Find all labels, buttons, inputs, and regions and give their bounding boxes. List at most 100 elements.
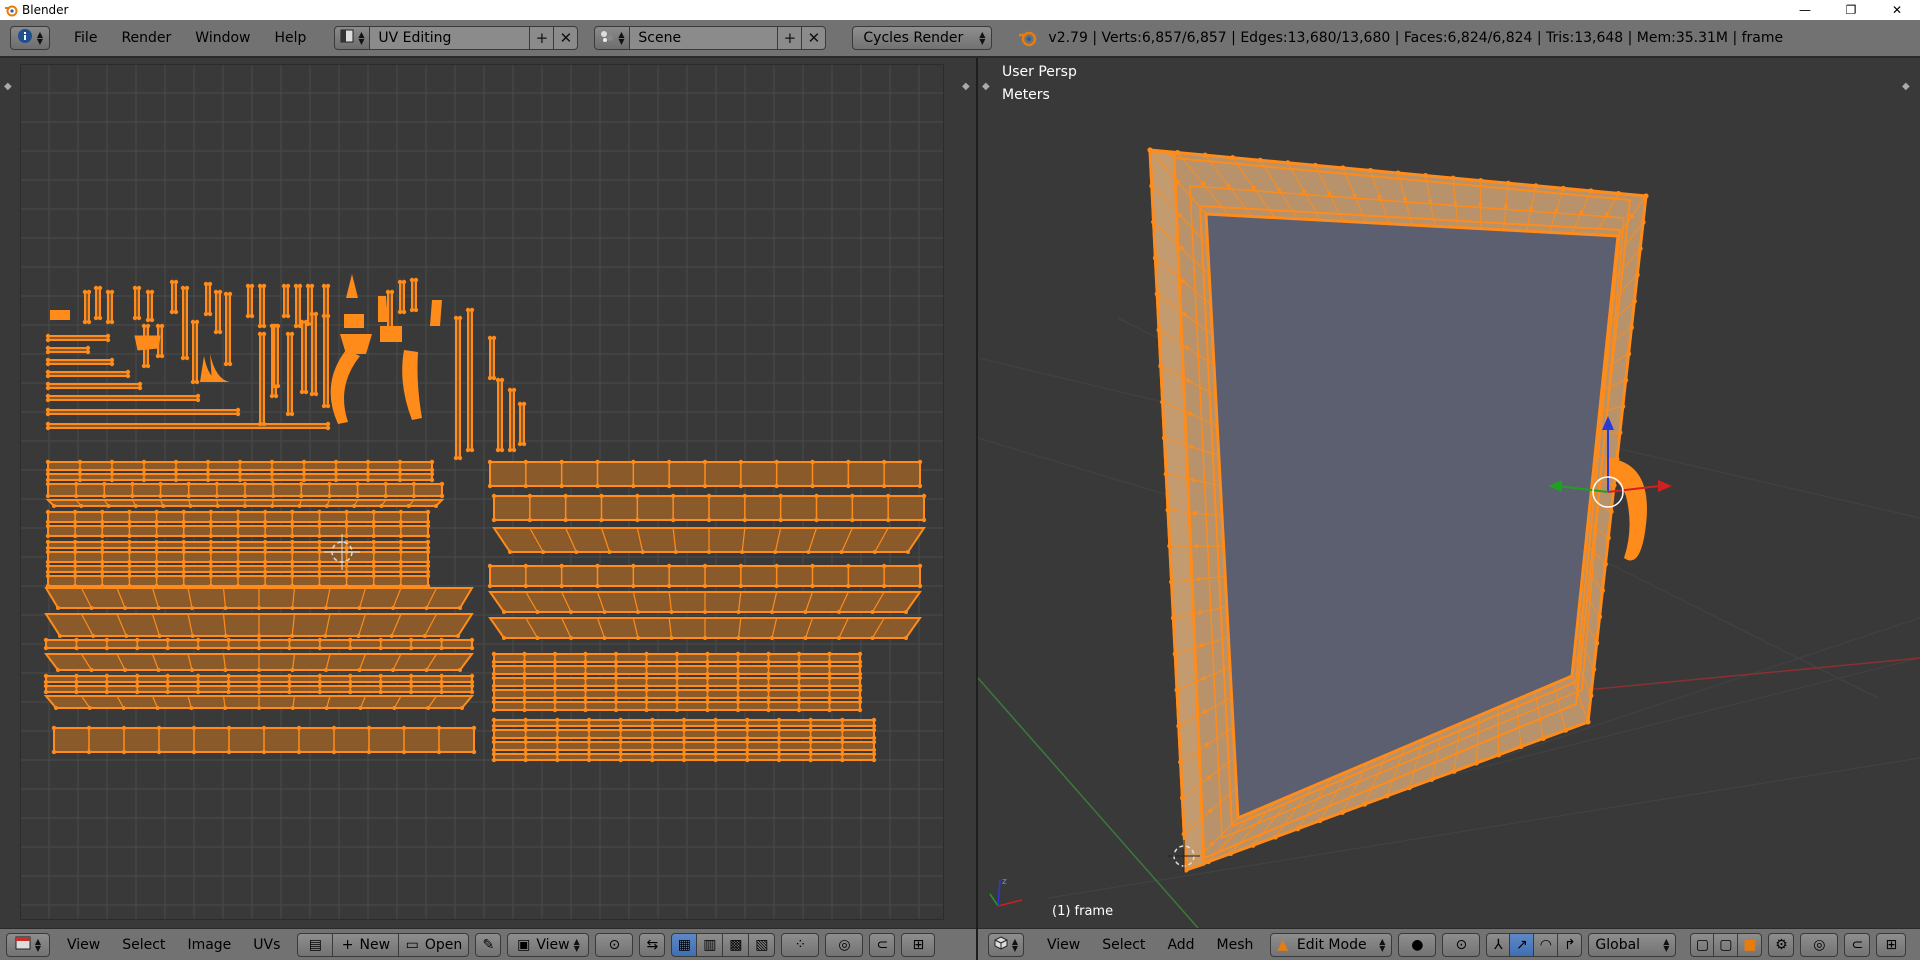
uv-image-editor[interactable]: ◆ ◆ xyxy=(0,58,976,928)
view3d-menu-view[interactable]: View xyxy=(1036,937,1091,953)
vertex-select-icon: ▦ xyxy=(677,936,692,953)
proportional-edit-dropdown[interactable]: ◎ xyxy=(825,932,864,957)
mesh-vertex xyxy=(1428,198,1433,203)
menu-window[interactable]: Window xyxy=(183,30,262,46)
view3d-menu-select[interactable]: Select xyxy=(1091,937,1156,953)
sticky-selection-dropdown[interactable]: ⁘ xyxy=(781,932,820,957)
uv-island xyxy=(507,387,517,453)
shading-sphere-icon: ● xyxy=(1411,936,1424,953)
remove-scene-button[interactable]: ✕ xyxy=(802,26,827,50)
uv-menu-select[interactable]: Select xyxy=(111,937,176,953)
uv-island xyxy=(465,307,475,453)
uv-island xyxy=(50,310,70,320)
mesh-vertex xyxy=(1594,640,1600,646)
mesh-vertex xyxy=(1505,180,1511,186)
3d-viewport[interactable]: User Persp Meters ◆ ◆ z (1) frame xyxy=(978,58,1920,928)
mesh-vertex xyxy=(1579,210,1584,215)
face-select-button[interactable]: ▩ xyxy=(723,932,750,957)
transform-orientation-dropdown[interactable]: Global ▲ ▼ xyxy=(1588,932,1677,957)
remove-layout-button[interactable]: ✕ xyxy=(554,26,579,50)
uv-menu-image[interactable]: Image xyxy=(176,937,242,953)
new-image-label: New xyxy=(359,936,391,953)
view3d-menu-mesh[interactable]: Mesh xyxy=(1206,937,1265,953)
orientation-label: Global xyxy=(1595,936,1641,953)
scene-name[interactable]: Scene xyxy=(630,26,779,50)
uv-island xyxy=(491,727,877,741)
uv-menu-view[interactable]: View xyxy=(56,937,111,953)
render-engine-dropdown[interactable]: Cycles Render ▲ ▼ xyxy=(852,26,993,50)
sync-icon: ⇆ xyxy=(646,936,659,953)
3d-view-menu: View Select Add Mesh xyxy=(1036,937,1264,953)
window-title: Blender xyxy=(22,3,69,17)
uv-island xyxy=(190,319,200,385)
add-scene-button[interactable]: + xyxy=(778,26,803,50)
region-toggle-icon[interactable]: ◆ xyxy=(4,82,14,92)
viewport-shading-dropdown[interactable]: ● xyxy=(1398,932,1437,957)
add-layout-button[interactable]: + xyxy=(530,26,555,50)
pivot-point-dropdown[interactable]: ⊙ xyxy=(1442,932,1481,957)
open-image-button[interactable]: ▭ Open xyxy=(399,932,470,957)
pin-image-button[interactable]: ✎ xyxy=(475,932,502,957)
view3d-menu-add[interactable]: Add xyxy=(1156,937,1205,953)
viewport-canvas[interactable]: z xyxy=(978,58,1920,928)
open-image-label: Open xyxy=(424,936,463,953)
layer-button[interactable]: ▢ xyxy=(1714,932,1739,957)
mesh-vertex xyxy=(1352,193,1357,198)
pivot-dropdown[interactable]: ⊙ xyxy=(595,932,634,957)
snap-element-dropdown[interactable]: ⊞ xyxy=(1876,932,1907,957)
layer-button[interactable]: ■ xyxy=(1738,932,1763,957)
uv-island xyxy=(430,300,442,326)
rotate-manipulator-button[interactable]: ◠ xyxy=(1534,932,1559,957)
layer-button[interactable]: ▢ xyxy=(1690,932,1715,957)
blender-logo-icon xyxy=(1016,27,1038,49)
manipulator-toggle[interactable]: ⅄ xyxy=(1486,932,1511,957)
uv-menu-uvs[interactable]: UVs xyxy=(242,937,291,953)
editor-type-selector[interactable]: ▲ ▼ xyxy=(6,932,50,957)
view-mode-dropdown[interactable]: ▣ View ▲ ▼ xyxy=(507,932,590,957)
interaction-mode-dropdown[interactable]: ▲ Edit Mode ▲ ▼ xyxy=(1270,932,1393,957)
dropdown-arrows-icon: ▲ ▼ xyxy=(36,30,44,46)
region-toggle-icon[interactable]: ◆ xyxy=(962,82,972,92)
image-browse-button[interactable]: ▤ xyxy=(297,932,334,957)
new-image-button[interactable]: + New xyxy=(333,932,400,957)
editor-type-selector[interactable]: ▲ ▼ xyxy=(10,26,50,50)
maximize-button[interactable]: ❐ xyxy=(1828,0,1874,20)
mesh-vertex xyxy=(1160,399,1166,405)
scale-manipulator-button[interactable]: ↱ xyxy=(1558,932,1583,957)
mesh-vertex xyxy=(1184,345,1189,350)
uv-island xyxy=(378,296,388,322)
uv-canvas[interactable] xyxy=(20,64,944,920)
minimize-button[interactable]: — xyxy=(1782,0,1828,20)
snap-toggle[interactable]: ⊂ xyxy=(1844,932,1871,957)
translate-manipulator-button[interactable]: ↗ xyxy=(1510,932,1535,957)
proportional-edit-dropdown[interactable]: ◎ xyxy=(1800,932,1839,957)
mesh-vertex xyxy=(1204,742,1209,747)
mesh-vertex xyxy=(1367,167,1373,173)
close-window-button[interactable]: ✕ xyxy=(1874,0,1920,20)
menu-render[interactable]: Render xyxy=(109,30,183,46)
render-engine-label: Cycles Render xyxy=(863,30,964,46)
info-menu: File Render Window Help xyxy=(62,30,318,46)
mesh-vertex xyxy=(1496,752,1502,758)
mesh-vertex xyxy=(1450,175,1456,181)
screen-layout-name[interactable]: UV Editing xyxy=(370,26,531,50)
edge-select-button[interactable]: ▥ xyxy=(697,932,724,957)
mesh-vertex xyxy=(1196,577,1201,582)
snap-element-dropdown[interactable]: ⊞ xyxy=(901,932,936,957)
uv-island xyxy=(299,319,309,395)
vertex-select-button[interactable]: ▦ xyxy=(671,932,698,957)
snap-toggle[interactable]: ⊂ xyxy=(869,932,896,957)
island-select-button[interactable]: ▧ xyxy=(749,932,776,957)
menu-file[interactable]: File xyxy=(62,30,109,46)
uv-island xyxy=(44,613,474,638)
sync-selection-button[interactable]: ⇆ xyxy=(639,932,666,957)
menu-help[interactable]: Help xyxy=(262,30,318,46)
scene-browse-button[interactable]: ▲ ▼ xyxy=(594,26,631,50)
occlude-geometry-toggle[interactable]: ⚙ xyxy=(1768,932,1795,957)
layout-browse-button[interactable]: ▲ ▼ xyxy=(334,26,371,50)
mesh-vertex xyxy=(1591,666,1597,672)
editor-type-selector[interactable]: ▲ ▼ xyxy=(988,932,1024,957)
view-mode-label: View xyxy=(536,936,570,953)
mesh-vertex xyxy=(1604,212,1609,217)
mesh-vertex xyxy=(1165,507,1171,513)
